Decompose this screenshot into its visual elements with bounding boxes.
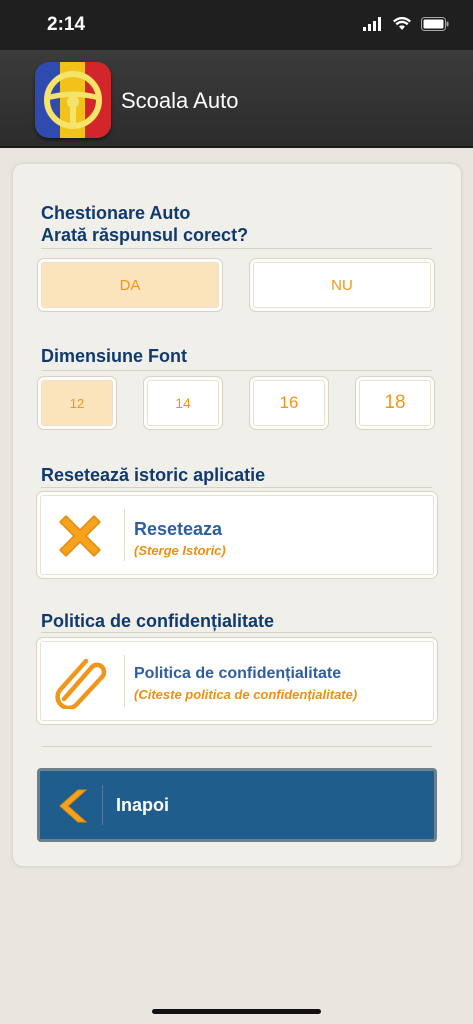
card-separator [124, 655, 125, 707]
status-icons [363, 16, 449, 35]
font-size-12-button[interactable]: 12 [38, 377, 116, 429]
signal-icon [363, 16, 383, 35]
divider [41, 487, 432, 488]
font-section-title: Dimensiune Font [41, 346, 188, 366]
font-size-14-button[interactable]: 14 [144, 377, 222, 429]
quiz-section-title-line1: Chestionare Auto [41, 203, 191, 223]
divider [41, 248, 432, 249]
app-header: Scoala Auto [0, 50, 473, 148]
reset-history-button[interactable]: Reseteaza (Sterge Istoric) [37, 492, 437, 578]
reset-card-title: Reseteaza [134, 519, 223, 539]
paperclip-icon [52, 655, 110, 713]
close-icon [56, 512, 104, 564]
privacy-card-title: Politica de confidențialitate [134, 665, 342, 682]
font-size-18-button[interactable]: 18 [356, 377, 434, 429]
card-separator [124, 509, 125, 561]
reset-card-subtitle: (Sterge Istoric) [134, 543, 226, 558]
back-button[interactable]: Inapoi [37, 768, 437, 842]
back-button-label: Inapoi [116, 795, 169, 815]
steering-wheel-icon [35, 71, 111, 138]
divider [41, 370, 432, 371]
app-title: Scoala Auto [121, 88, 239, 113]
privacy-card-subtitle: (Citeste politica de confidențialitate) [134, 687, 358, 702]
divider [41, 632, 432, 633]
battery-icon [421, 16, 449, 35]
status-bar: 2:14 [0, 0, 473, 50]
home-indicator [152, 1009, 321, 1014]
divider [41, 746, 432, 747]
wifi-icon [393, 16, 411, 35]
status-time: 2:14 [47, 14, 86, 35]
show-answer-yes-button[interactable]: DA [38, 259, 222, 311]
show-answer-no-button[interactable]: NU [250, 259, 434, 311]
app-logo [35, 62, 111, 138]
font-size-16-button[interactable]: 16 [250, 377, 328, 429]
back-separator [102, 785, 103, 825]
quiz-section-title-line2: Arată răspunsul corect? [41, 225, 249, 245]
chevron-left-icon [58, 788, 92, 828]
reset-section-title: Resetează istoric aplicatie [41, 465, 266, 485]
privacy-policy-button[interactable]: Politica de confidențialitate (Citeste p… [37, 638, 437, 724]
privacy-section-title: Politica de confidențialitate [41, 611, 275, 631]
quiz-section-title: Chestionare Auto Arată răspunsul corect? [41, 202, 248, 246]
